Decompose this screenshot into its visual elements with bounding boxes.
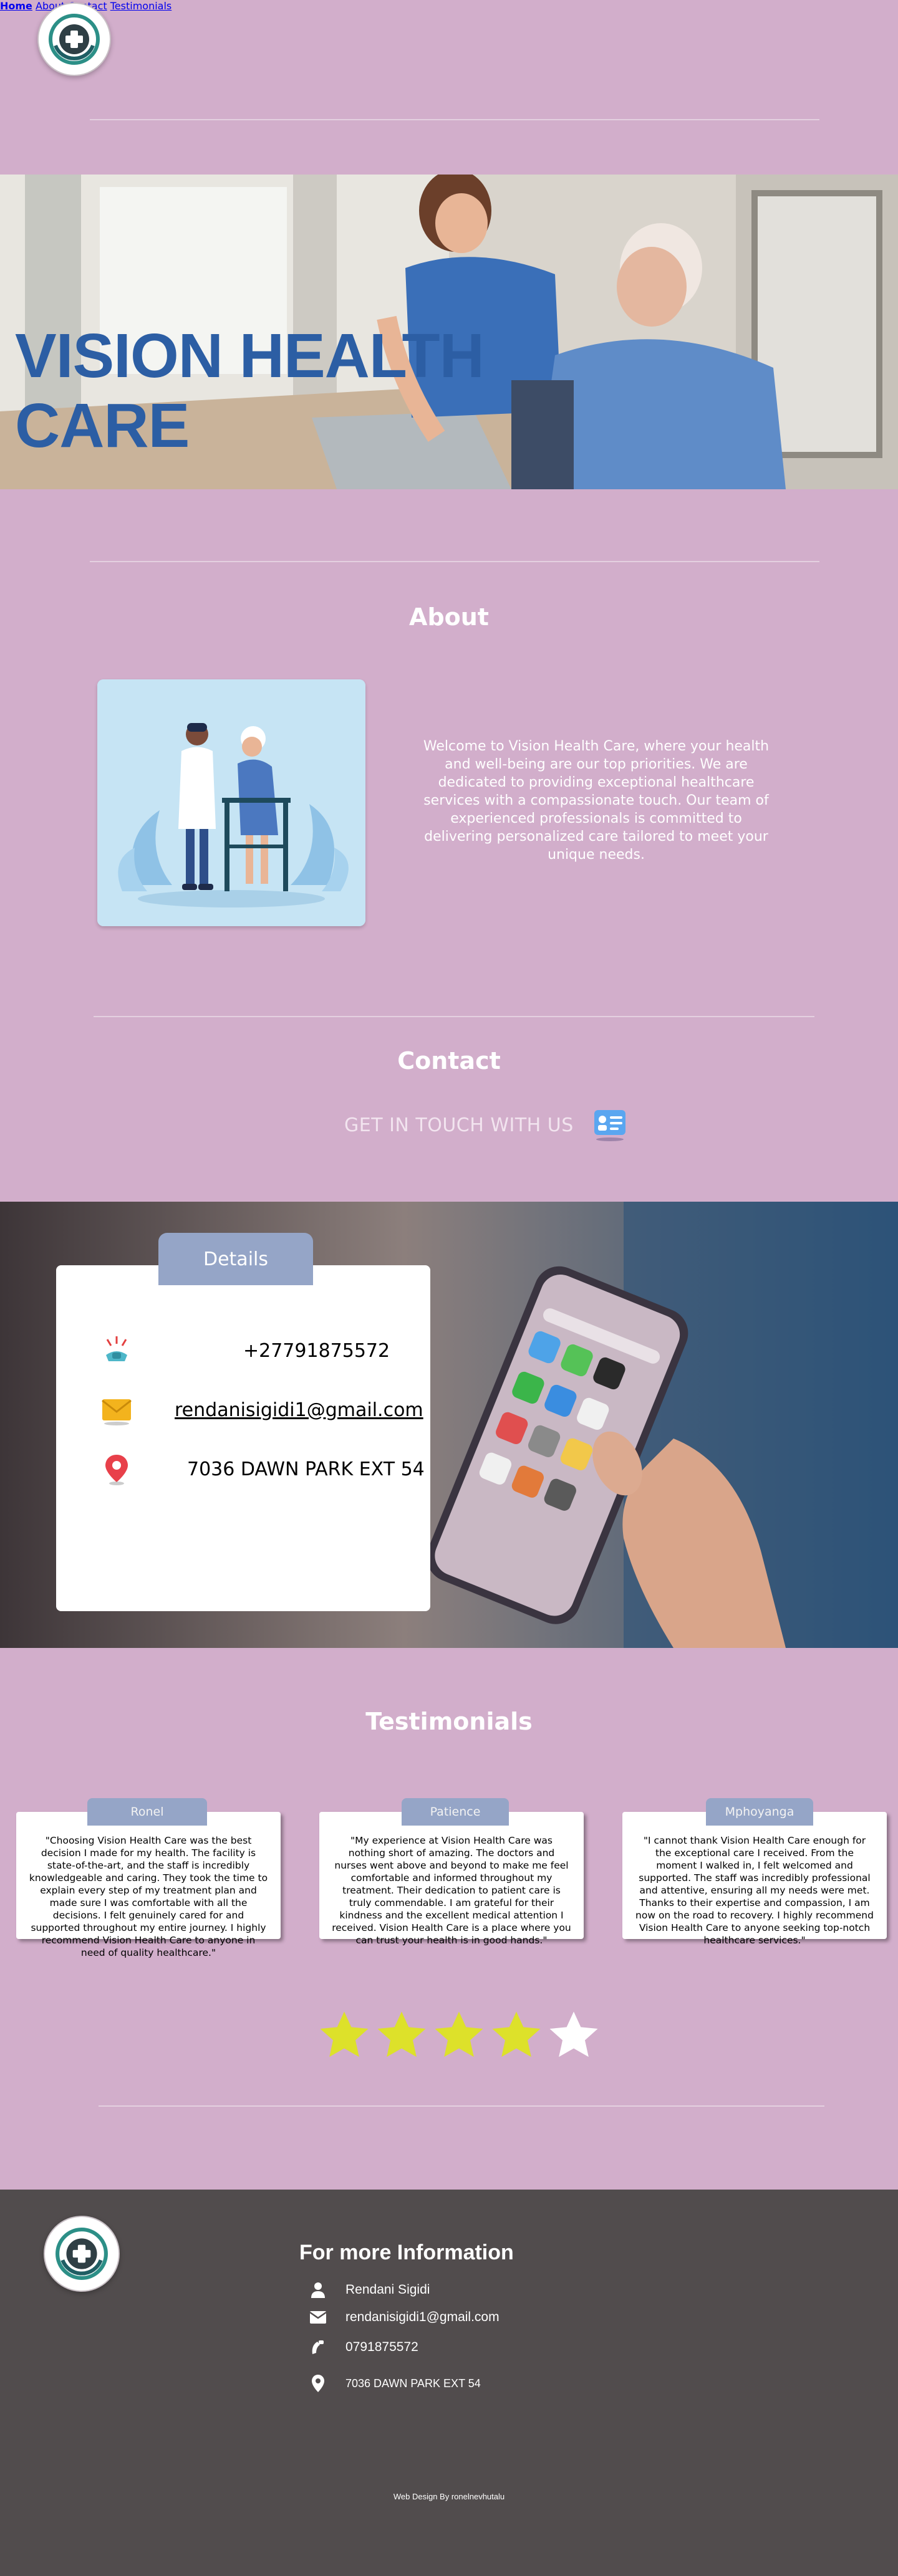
detail-email: rendanisigidi1@gmail.com — [100, 1393, 423, 1427]
testimonial-text-3: "I cannot thank Vision Health Care enoug… — [635, 1835, 874, 1946]
detail-phone: +27791875572 — [100, 1334, 390, 1367]
contact-title: Contact — [397, 1047, 501, 1075]
telephone-icon — [100, 1334, 133, 1367]
contact-divider — [94, 1016, 814, 1017]
footer-email-row: rendanisigidi1@gmail.com — [306, 2310, 500, 2325]
footer-email[interactable]: rendanisigidi1@gmail.com — [345, 2310, 500, 2325]
about-illustration-card — [97, 679, 365, 926]
star-icon — [549, 2011, 598, 2057]
site-footer: For more Information Rendani Sigidi rend… — [0, 2190, 898, 2576]
about-text: Welcome to Vision Health Care, where you… — [423, 739, 770, 863]
nav-home[interactable]: Home — [0, 0, 32, 12]
web-design-credit: Web Design By ronelnevhutalu — [393, 2492, 505, 2501]
footer-phone: 0791875572 — [345, 2340, 418, 2354]
footer-name-row: Rendani Sigidi — [306, 2281, 430, 2299]
footer-address: 7036 DAWN PARK EXT 54 — [345, 2377, 481, 2390]
testimonial-name-3: Mphoyanga — [706, 1798, 813, 1826]
contact-details-card: +27791875572 rendanisigidi1@gmail.com 70… — [56, 1265, 430, 1611]
star-icon — [377, 2011, 426, 2057]
footer-medical-cross-icon — [56, 2228, 108, 2280]
doctor-elderly-walker-illustration — [97, 679, 365, 926]
rating-stars — [317, 2008, 601, 2063]
star-icon — [435, 2011, 483, 2057]
testimonial-card-1: "Choosing Vision Health Care was the bes… — [16, 1812, 281, 1958]
testimonial-text-1: "Choosing Vision Health Care was the bes… — [29, 1835, 268, 1958]
get-in-touch-label: GET IN TOUCH WITH US — [344, 1114, 574, 1136]
nav-testimonials[interactable]: Testimonials — [110, 0, 172, 12]
footer-heading: For more Information — [299, 2241, 514, 2264]
medical-cross-icon — [49, 14, 100, 65]
details-tab[interactable]: Details — [158, 1233, 313, 1285]
testimonial-card-2: "My experience at Vision Health Care was… — [319, 1812, 584, 1946]
detail-address: 7036 DAWN PARK EXT 54 — [100, 1452, 425, 1486]
hero-title: VISION HEALTH CARE — [15, 321, 485, 461]
header-divider — [90, 119, 819, 120]
site-header: Home About Contact Testimonials — [0, 0, 898, 175]
detail-phone-text: +27791875572 — [243, 1339, 390, 1362]
star-icon — [492, 2011, 541, 2057]
get-in-touch: GET IN TOUCH WITH US — [344, 1108, 627, 1142]
testimonial-card-3: "I cannot thank Vision Health Care enoug… — [622, 1812, 887, 1946]
detail-address-text: 7036 DAWN PARK EXT 54 — [187, 1458, 425, 1480]
phone-icon — [306, 2339, 331, 2355]
location-pin-icon — [100, 1452, 133, 1486]
testimonials-title: Testimonials — [365, 1708, 533, 1735]
footer-name: Rendani Sigidi — [345, 2282, 430, 2297]
testimonial-name-1: Ronel — [87, 1798, 207, 1826]
about-title: About — [409, 603, 489, 631]
person-icon — [306, 2281, 331, 2299]
testimonial-name-2: Patience — [402, 1798, 509, 1826]
map-pin-icon — [306, 2374, 331, 2393]
testimonial-text-2: "My experience at Vision Health Care was… — [332, 1835, 571, 1946]
contact-card-icon — [594, 1110, 625, 1141]
detail-email-link[interactable]: rendanisigidi1@gmail.com — [175, 1399, 423, 1421]
footer-address-row: 7036 DAWN PARK EXT 54 — [306, 2374, 481, 2393]
about-divider — [90, 561, 819, 562]
mail-icon — [306, 2310, 331, 2324]
hero-banner: VISION HEALTH CARE — [0, 175, 898, 489]
main-nav: Home About Contact Testimonials — [0, 0, 898, 12]
envelope-icon — [100, 1393, 133, 1427]
footer-logo[interactable] — [44, 2216, 120, 2292]
logo[interactable] — [37, 2, 111, 76]
footer-phone-row: 0791875572 — [306, 2339, 418, 2355]
footer-divider — [99, 2105, 824, 2107]
star-icon — [320, 2011, 369, 2057]
